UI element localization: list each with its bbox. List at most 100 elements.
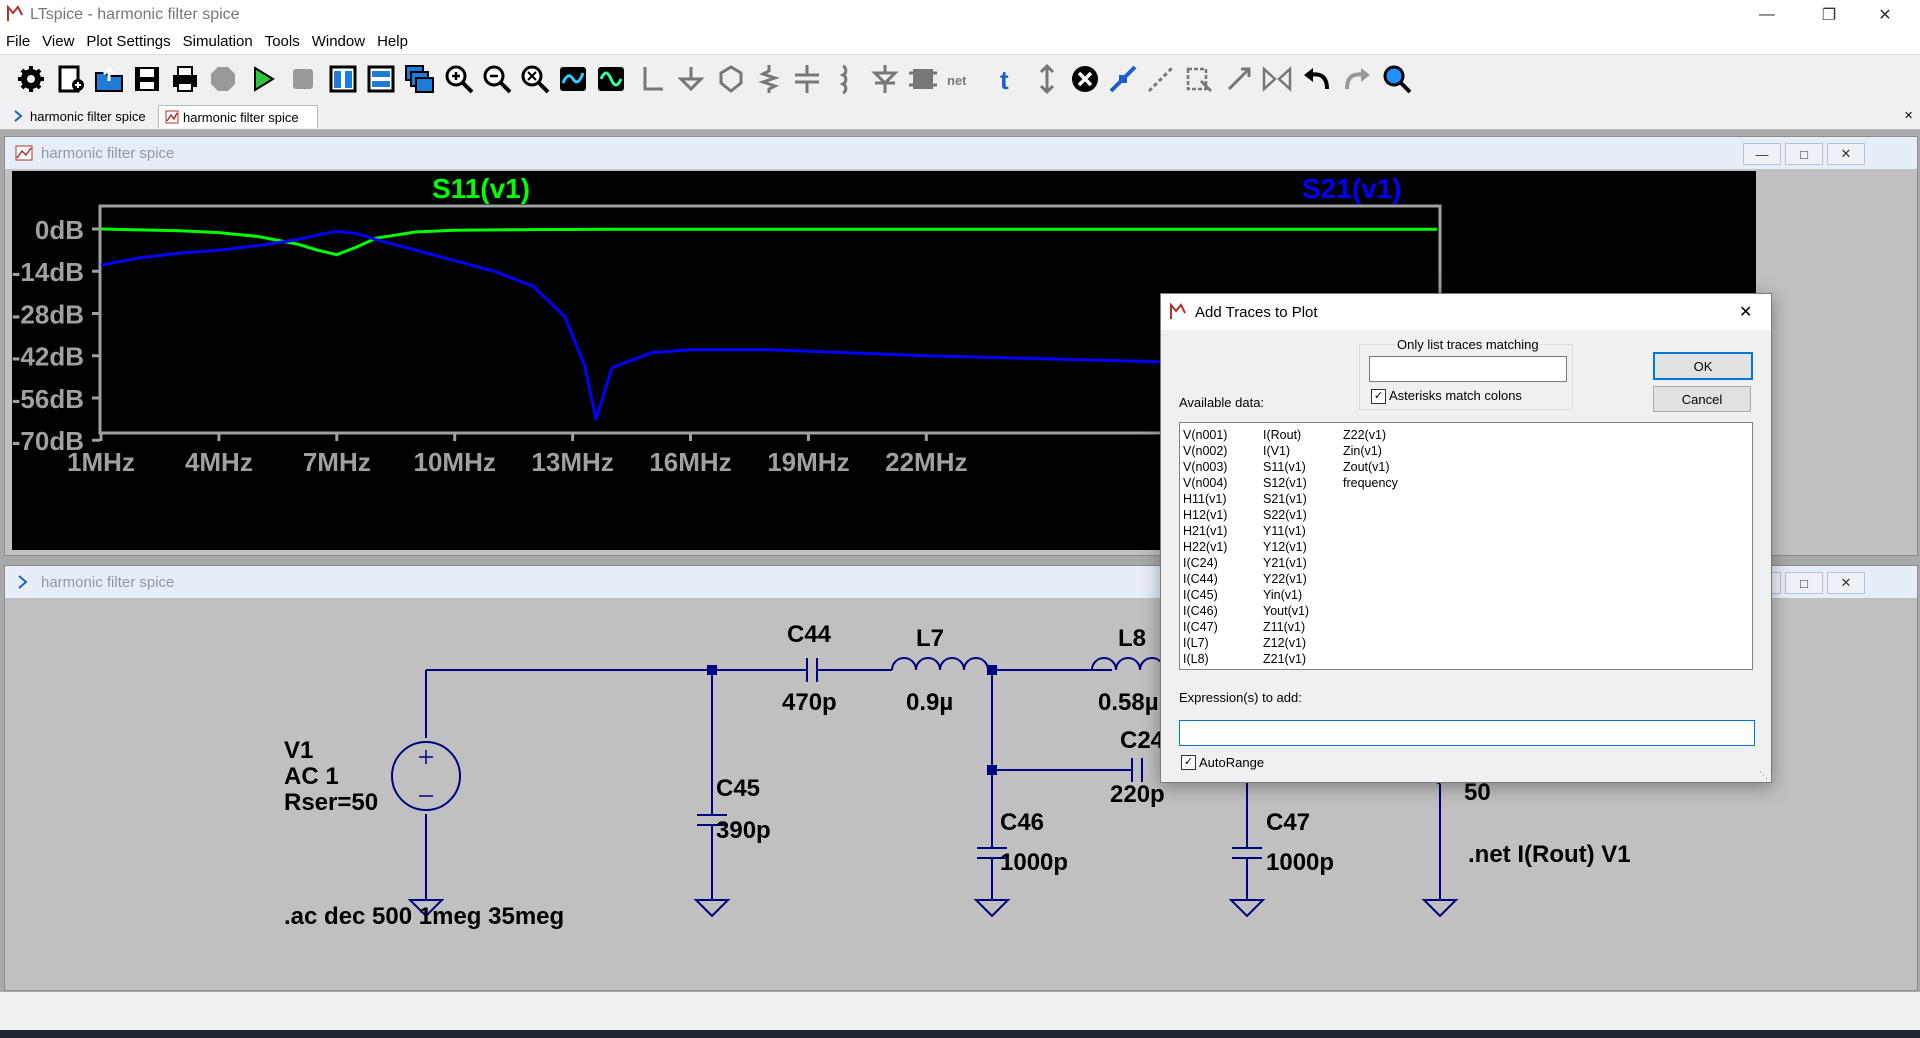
trace-item[interactable]: I(V1) [1263, 443, 1309, 459]
trace-item[interactable]: H21(v1) [1183, 523, 1227, 539]
trace-item[interactable]: V(n004) [1183, 475, 1227, 491]
trace-item[interactable]: Z12(v1) [1263, 635, 1309, 651]
trace-item[interactable]: H11(v1) [1183, 491, 1227, 507]
tab-waveform[interactable]: harmonic filter spice [158, 105, 318, 128]
filter-input[interactable] [1369, 356, 1567, 382]
menu-tools[interactable]: Tools [259, 30, 306, 53]
schematic-close-button[interactable]: ✕ [1827, 572, 1865, 594]
trace-item[interactable]: I(L7) [1183, 635, 1227, 651]
asterisks-checkbox[interactable]: ✓ [1371, 389, 1386, 404]
zoom-fit-icon[interactable] [518, 63, 552, 95]
resize-grip-icon[interactable]: ⋱ [1759, 770, 1769, 780]
dialog-titlebar[interactable]: Add Traces to Plot ✕ [1161, 294, 1771, 330]
trace-item[interactable]: S22(v1) [1263, 507, 1309, 523]
trace-item[interactable]: I(C24) [1183, 555, 1227, 571]
trace-item[interactable]: Zout(v1) [1343, 459, 1398, 475]
trace-item[interactable]: Y21(v1) [1263, 555, 1309, 571]
ground-icon[interactable] [674, 63, 708, 95]
delete-icon[interactable] [1068, 63, 1102, 95]
tile-horizontal-icon[interactable] [364, 63, 398, 95]
trace-item[interactable]: Z21(v1) [1263, 651, 1309, 667]
trace-item[interactable]: Y12(v1) [1263, 539, 1309, 555]
zoom-in-icon[interactable] [442, 63, 476, 95]
trace-item[interactable]: I(L8) [1183, 651, 1227, 667]
save-icon[interactable] [130, 63, 164, 95]
trace-item[interactable]: S11(v1) [1263, 459, 1309, 475]
menu-window[interactable]: Window [306, 30, 371, 53]
trace-item[interactable]: V(n002) [1183, 443, 1227, 459]
paste-icon[interactable] [1182, 63, 1216, 95]
duplicate-icon[interactable] [1106, 63, 1140, 95]
trace-item[interactable]: H12(v1) [1183, 507, 1227, 523]
trace-item[interactable]: S21(v1) [1263, 491, 1309, 507]
close-window-button[interactable]: ✕ [1862, 0, 1908, 30]
restore-button[interactable]: ❐ [1806, 0, 1852, 30]
cancel-button[interactable]: Cancel [1653, 386, 1751, 412]
autorange-icon[interactable] [556, 63, 590, 95]
schematic-maximize-button[interactable]: □ [1785, 572, 1823, 594]
trace-item[interactable]: I(C46) [1183, 603, 1227, 619]
find-icon[interactable] [1380, 63, 1414, 95]
available-data-list[interactable]: V(n001) V(n002) V(n003) V(n004) H11(v1) H12(v… [1179, 422, 1753, 670]
trace-item[interactable]: V(n001) [1183, 427, 1227, 443]
trace-item[interactable]: I(Rout) [1263, 427, 1309, 443]
trace-item[interactable]: I(C45) [1183, 587, 1227, 603]
resistor-icon[interactable] [752, 63, 786, 95]
c24-value: 220p [1110, 781, 1165, 808]
trace-item[interactable]: Y22(v1) [1263, 571, 1309, 587]
run-icon[interactable] [246, 63, 280, 95]
minimize-button[interactable]: — [1744, 0, 1790, 30]
stop-icon[interactable] [286, 63, 320, 95]
trace-item[interactable]: Zin(v1) [1343, 443, 1398, 459]
menu-view[interactable]: View [36, 30, 80, 53]
wire-icon[interactable] [636, 63, 670, 95]
diode-icon[interactable] [868, 63, 902, 95]
plot-window-titlebar[interactable]: harmonic filter spice — □ ✕ [5, 137, 1917, 169]
settings-gear-icon[interactable] [14, 63, 48, 95]
spice-netlist-icon[interactable]: net [944, 63, 978, 95]
trace-item[interactable]: Yout(v1) [1263, 603, 1309, 619]
menu-file[interactable]: File [0, 30, 36, 53]
waveform-icon[interactable] [594, 63, 628, 95]
zoom-out-icon[interactable] [480, 63, 514, 95]
print-icon[interactable] [168, 63, 202, 95]
label-net-icon[interactable] [714, 63, 748, 95]
text-tool-icon[interactable]: t [990, 63, 1024, 95]
undo-icon[interactable] [1300, 63, 1334, 95]
menu-plot-settings[interactable]: Plot Settings [80, 30, 176, 53]
trace-item[interactable]: S12(v1) [1263, 475, 1309, 491]
plot-minimize-button[interactable]: — [1743, 143, 1781, 165]
plot-close-button[interactable]: ✕ [1827, 143, 1865, 165]
open-folder-icon[interactable] [92, 63, 126, 95]
move-icon[interactable] [1030, 63, 1064, 95]
inductor-icon[interactable] [828, 63, 862, 95]
trace-item[interactable]: Z22(v1) [1343, 427, 1398, 443]
component-icon[interactable] [906, 63, 940, 95]
rotate-icon[interactable] [1222, 63, 1256, 95]
tab-schematic[interactable]: harmonic filter spice [6, 105, 164, 127]
mirror-icon[interactable] [1260, 63, 1294, 95]
trace-item[interactable]: frequency [1343, 475, 1398, 491]
tab-close-icon[interactable]: ✕ [1904, 109, 1913, 122]
tile-vertical-icon[interactable] [326, 63, 360, 95]
new-schematic-icon[interactable] [54, 63, 88, 95]
capacitor-icon[interactable] [790, 63, 824, 95]
trace-item[interactable]: I(C47) [1183, 619, 1227, 635]
trace-item[interactable]: Yin(v1) [1263, 587, 1309, 603]
trace-item[interactable]: V(n003) [1183, 459, 1227, 475]
redo-icon[interactable] [1340, 63, 1374, 95]
drag-icon[interactable] [1144, 63, 1178, 95]
autorange-checkbox[interactable]: ✓ [1181, 755, 1196, 770]
plot-maximize-button[interactable]: □ [1785, 143, 1823, 165]
dialog-close-icon[interactable]: ✕ [1739, 302, 1752, 322]
menu-help[interactable]: Help [371, 30, 414, 53]
trace-item[interactable]: H22(v1) [1183, 539, 1227, 555]
cascade-windows-icon[interactable] [402, 63, 436, 95]
halt-icon[interactable] [206, 63, 240, 95]
trace-item[interactable]: I(C44) [1183, 571, 1227, 587]
trace-item[interactable]: Z11(v1) [1263, 619, 1309, 635]
menu-simulation[interactable]: Simulation [177, 30, 259, 53]
ok-button[interactable]: OK [1653, 352, 1753, 380]
trace-item[interactable]: Y11(v1) [1263, 523, 1309, 539]
expression-input[interactable] [1179, 720, 1755, 746]
